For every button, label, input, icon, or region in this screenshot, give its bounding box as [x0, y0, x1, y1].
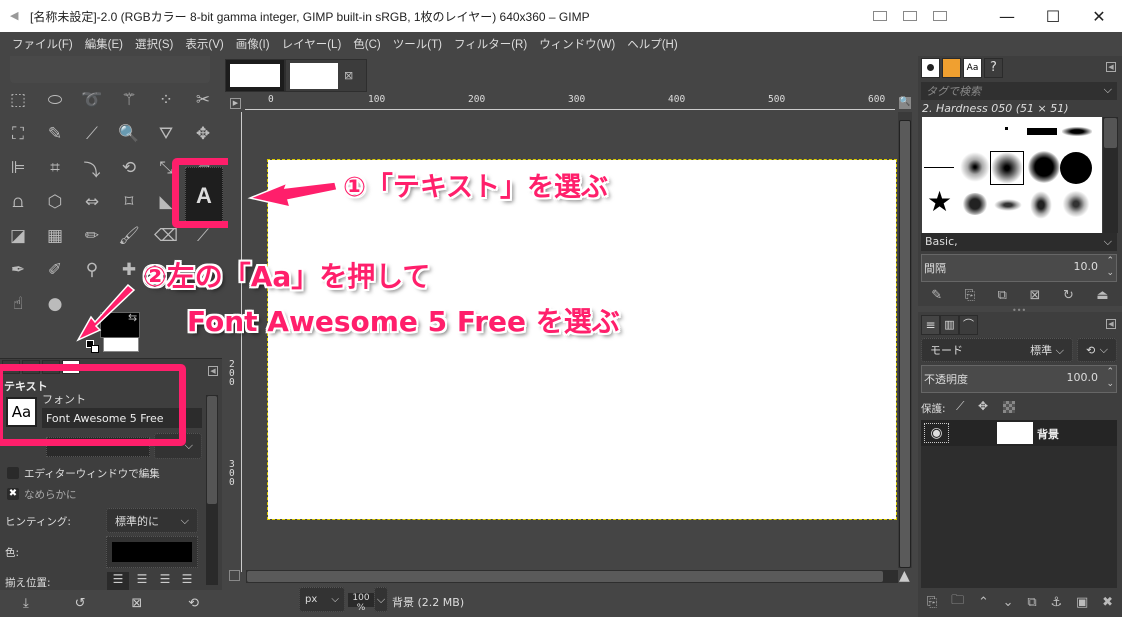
arrow-to-font-option [76, 283, 136, 342]
annotation-step2-line2: Font Awesome 5 Free を選ぶ [187, 305, 620, 338]
arrow-to-text-tool [247, 181, 338, 209]
annotation-step1: ①「テキスト」を選ぶ [343, 172, 609, 203]
annotation-step2-line1: ②左の「Aa」を押して [143, 260, 431, 293]
